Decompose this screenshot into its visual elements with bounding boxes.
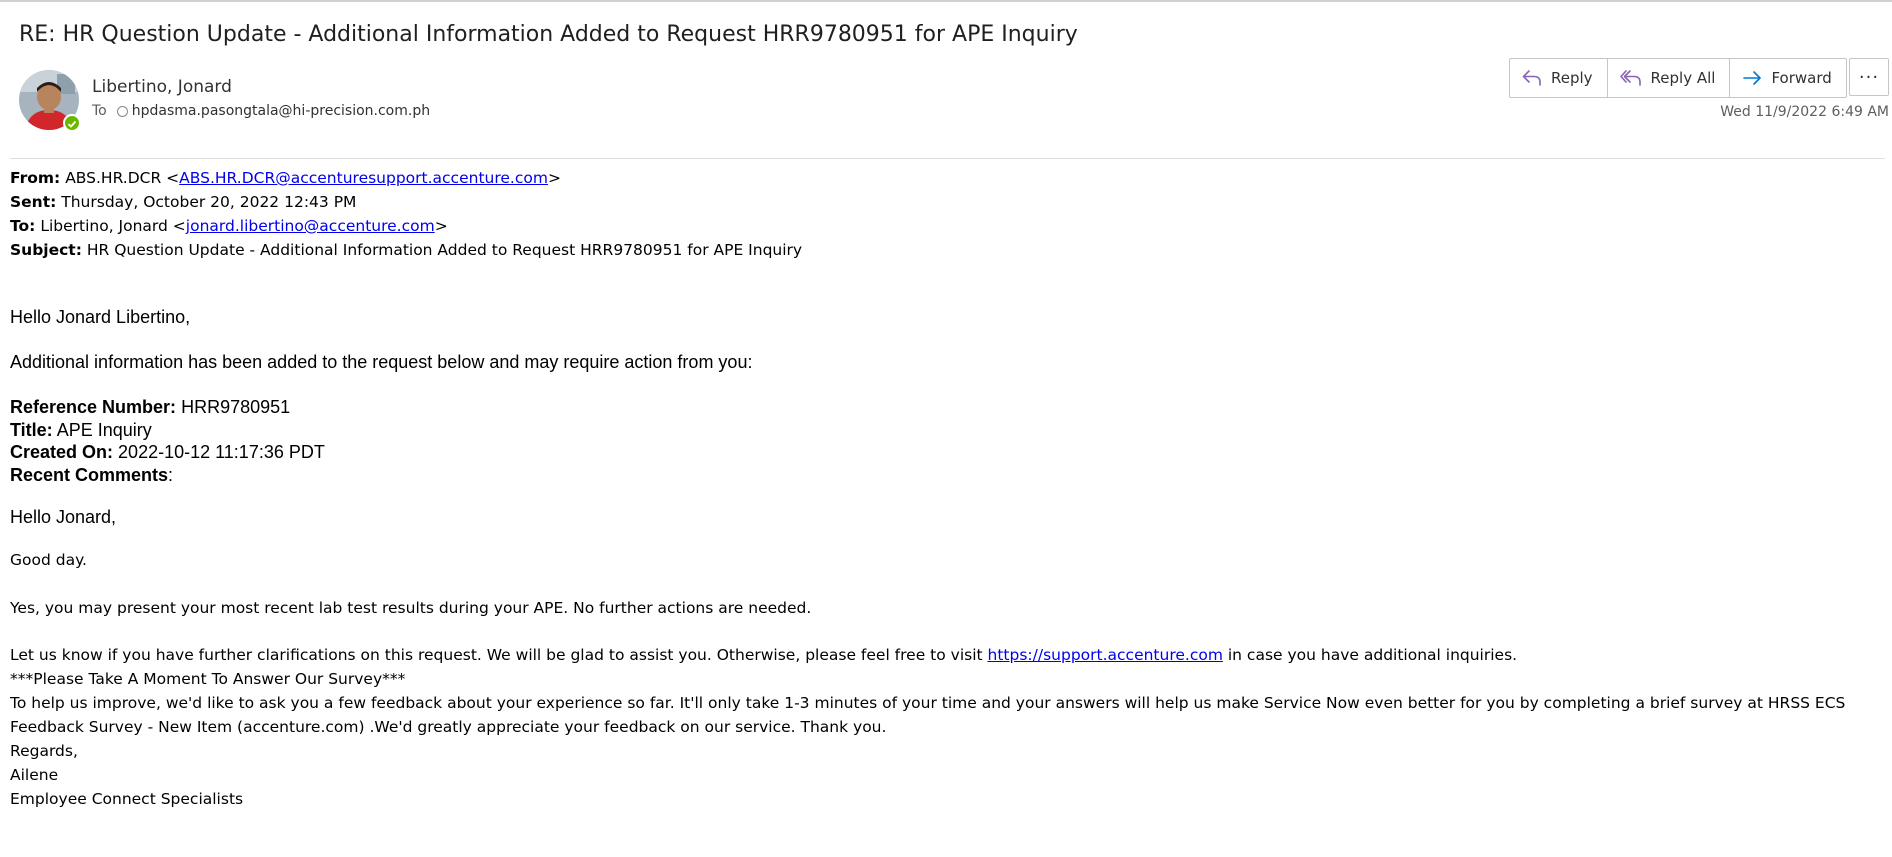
reply-icon [1522, 70, 1541, 86]
comments-line: Recent Comments: [10, 464, 1885, 487]
clarify-text: Let us know if you have further clarific… [10, 643, 1885, 667]
forward-button[interactable]: Forward [1730, 59, 1845, 97]
more-icon[interactable]: ··· [1849, 58, 1889, 96]
hello-line: Hello Jonard, [10, 507, 117, 527]
message-actions: Reply Reply All Forward [1509, 58, 1847, 98]
support-link[interactable]: https://support.accenture.com [988, 646, 1223, 664]
sent-value: Thursday, October 20, 2022 12:43 PM [61, 193, 357, 211]
top-border [0, 0, 1892, 2]
recipient-address[interactable]: hpdasma.pasongtala@hi-precision.com.ph [132, 103, 430, 119]
forward-icon [1743, 71, 1762, 85]
to-label: To [92, 103, 107, 119]
to-email-link[interactable]: jonard.libertino@accenture.com [186, 217, 435, 235]
created-value: 2022-10-12 11:17:36 PDT [118, 442, 325, 462]
sender-name[interactable]: Libertino, Jonard [92, 77, 232, 97]
to-name: Libertino, Jonard < [40, 217, 186, 235]
title-label: Title: [10, 419, 53, 440]
reply-all-icon [1619, 70, 1641, 86]
regards: Regards, [10, 742, 78, 760]
clarify-before: Let us know if you have further clarific… [10, 646, 983, 664]
created-line: Created On: 2022-10-12 11:17:36 PDT [10, 441, 1885, 464]
team-name: Employee Connect Specialists [10, 790, 244, 808]
title-line: Title: APE Inquiry [10, 419, 1885, 442]
from-close: > [547, 169, 561, 187]
reference-value: HRR9780951 [181, 397, 291, 417]
greeting: Hello Jonard Libertino, [10, 307, 191, 327]
created-label: Created On: [10, 442, 114, 462]
forwarded-from-line: From: ABS.HR.DCR <ABS.HR.DCR@accenturesu… [10, 166, 1885, 190]
recipient-line: To hpdasma.pasongtala@hi-precision.com.p… [92, 103, 430, 119]
sent-label: Sent: [10, 193, 57, 211]
comments-colon: : [168, 464, 174, 485]
answer-text: Yes, you may present your most recent la… [10, 599, 812, 617]
reference-line: Reference Number: HRR9780951 [10, 396, 1885, 419]
header-divider [10, 158, 1885, 159]
reply-all-button[interactable]: Reply All [1608, 59, 1731, 97]
survey-heading: ***Please Take A Moment To Answer Our Su… [10, 670, 406, 688]
presence-icon [63, 114, 81, 132]
forward-label: Forward [1771, 69, 1832, 87]
comment-body: Good day. Yes, you may present your most… [10, 548, 1885, 811]
subject-value: HR Question Update - Additional Informat… [86, 241, 803, 259]
subject-label: Subject: [10, 241, 82, 259]
reply-button[interactable]: Reply [1510, 59, 1608, 97]
recipient-status-icon [116, 105, 128, 117]
reply-all-label: Reply All [1650, 69, 1716, 87]
clarify-after: in case you have additional inquiries. [1227, 646, 1518, 664]
email-subject: RE: HR Question Update - Additional Info… [19, 22, 1078, 47]
good-day: Good day. [10, 551, 87, 569]
comments-label: Recent Comments [10, 464, 169, 485]
from-email-link[interactable]: ABS.HR.DCR@accenturesupport.accenture.co… [179, 169, 548, 187]
reference-label: Reference Number: [10, 397, 177, 417]
notification-content: Hello Jonard Libertino, Additional infor… [10, 306, 1885, 528]
signer-name: Ailene [10, 766, 59, 784]
reply-label: Reply [1551, 69, 1593, 87]
forwarded-header: From: ABS.HR.DCR <ABS.HR.DCR@accenturesu… [10, 166, 1885, 262]
forwarded-sent-line: Sent: Thursday, October 20, 2022 12:43 P… [10, 190, 1885, 214]
from-label: From: [10, 169, 61, 187]
to-close: > [434, 217, 448, 235]
survey-text: To help us improve, we'd like to ask you… [10, 694, 1846, 736]
to-field-label: To: [10, 217, 36, 235]
forwarded-subject-line: Subject: HR Question Update - Additional… [10, 238, 1885, 262]
request-details: Reference Number: HRR9780951 Title: APE … [10, 396, 1885, 486]
intro-text: Additional information has been added to… [10, 352, 753, 372]
message-body: From: ABS.HR.DCR <ABS.HR.DCR@accenturesu… [10, 166, 1885, 811]
title-value: APE Inquiry [56, 419, 152, 440]
timestamp: Wed 11/9/2022 6:49 AM [1720, 104, 1889, 120]
forwarded-to-line: To: Libertino, Jonard <jonard.libertino@… [10, 214, 1885, 238]
from-name: ABS.HR.DCR < [65, 169, 180, 187]
